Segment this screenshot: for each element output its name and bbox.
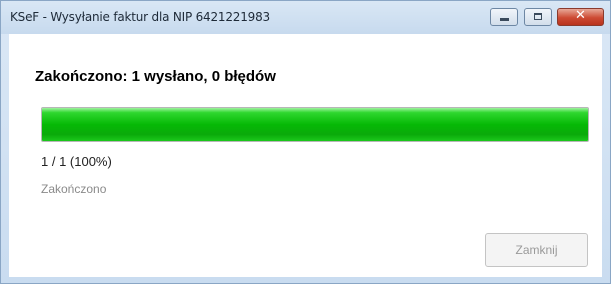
status-text: Zakończono [41,182,107,196]
progress-counter: 1 / 1 (100%) [41,154,112,169]
result-heading: Zakończono: 1 wysłano, 0 błędów [35,68,276,85]
maximize-icon [534,13,542,20]
dialog-content: Zakończono: 1 wysłano, 0 błędów 1 / 1 (1… [9,34,602,277]
title-bar[interactable]: KSeF - Wysyłanie faktur dla NIP 64212219… [1,1,610,34]
progress-fill [42,108,588,141]
maximize-button[interactable] [524,8,552,26]
close-dialog-button[interactable]: Zamknij [485,233,588,267]
window-title: KSeF - Wysyłanie faktur dla NIP 64212219… [10,10,270,24]
dialog-window: KSeF - Wysyłanie faktur dla NIP 64212219… [0,0,611,284]
window-close-button[interactable]: ✕ [557,8,604,26]
close-icon: ✕ [575,8,586,23]
minimize-icon [500,18,509,21]
minimize-button[interactable] [490,8,518,26]
progress-bar [41,107,589,142]
